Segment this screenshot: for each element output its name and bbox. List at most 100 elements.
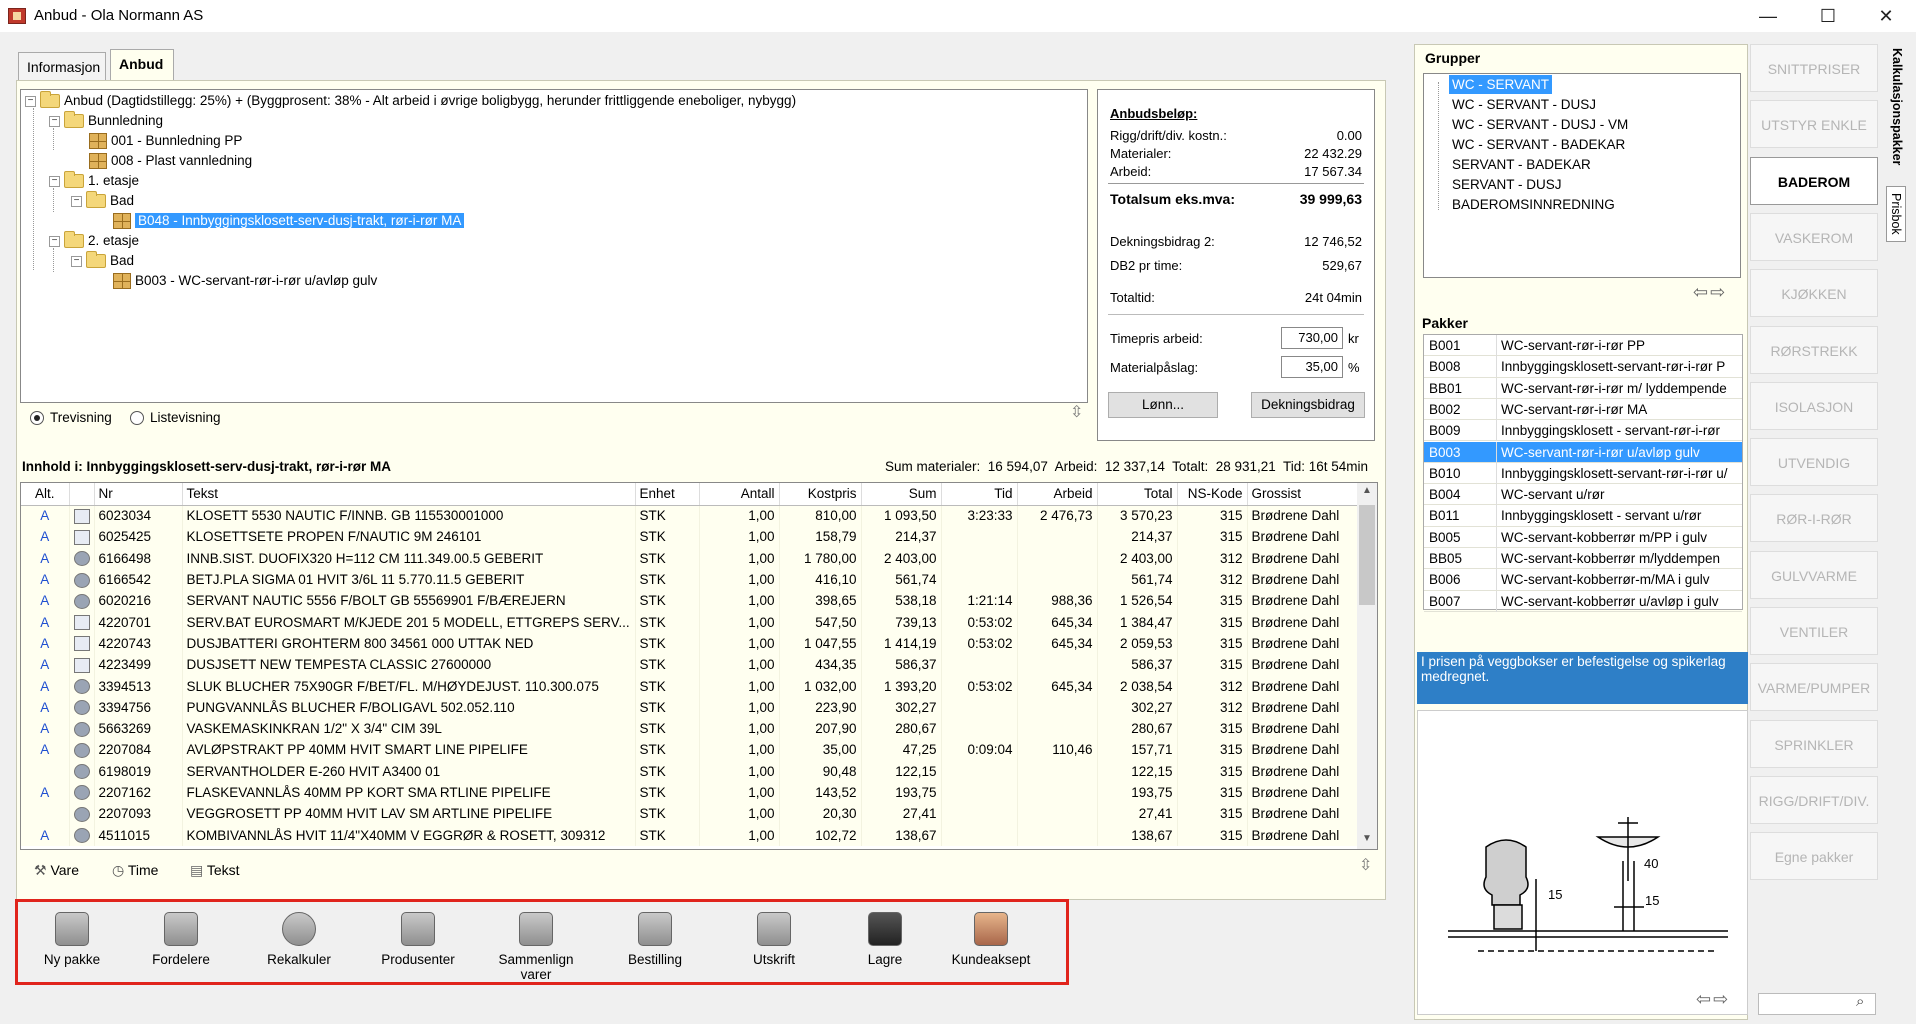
- scroll-down-icon[interactable]: ▼: [1362, 833, 1372, 844]
- tree-node-2-etasje[interactable]: −2. etasje: [49, 231, 139, 250]
- tree-node-b048[interactable]: B048 - Innbyggingsklosett-serv-dusj-trak…: [113, 211, 465, 230]
- table-row[interactable]: 2207093 VEGGROSETT PP 40MM HVIT LAV SM AR…: [21, 803, 1361, 825]
- radio-listevisning[interactable]: Listevisning: [130, 410, 221, 426]
- category-button[interactable]: RØRSTREKK: [1750, 325, 1878, 374]
- diagram-nav-arrows[interactable]: ⇦⇨: [1696, 989, 1730, 1010]
- tree-node-1-etasje[interactable]: −1. etasje: [49, 171, 139, 190]
- pakke-row[interactable]: B008 Innbyggingsklosett-servant-rør-i-rør…: [1424, 356, 1742, 378]
- pakke-row[interactable]: BB05 WC-servant-kobberrør m/lyddempen: [1424, 548, 1742, 570]
- pakke-row[interactable]: B009 Innbyggingsklosett - servant-rør-i-r…: [1424, 420, 1742, 442]
- table-row[interactable]: A 6166498 INNB.SIST. DUOFIX320 H=112 CM 11…: [21, 547, 1361, 569]
- tree-node-bad-2[interactable]: − Bad: [71, 251, 134, 270]
- category-button[interactable]: UTVENDIG: [1750, 438, 1878, 487]
- arrow-right-icon[interactable]: ⇨: [1713, 989, 1730, 1009]
- radio-trevisning[interactable]: Trevisning: [30, 410, 112, 426]
- tree-node-bad-1[interactable]: − Bad: [71, 191, 134, 210]
- maximize-button[interactable]: ☐: [1800, 0, 1856, 32]
- group-item[interactable]: BADEROMSINNREDNING: [1452, 195, 1615, 214]
- table-row[interactable]: A 4220701 SERV.BAT EUROSMART M/KJEDE 201 5…: [21, 611, 1361, 633]
- ny-pakke-button[interactable]: Ny pakke: [24, 912, 120, 967]
- table-row[interactable]: A 6025425 KLOSETTSETE PROPEN F/NAUTIC 9M 2…: [21, 526, 1361, 548]
- search-icon[interactable]: ⌕: [1856, 993, 1864, 1010]
- dekningsbidrag-button[interactable]: Dekningsbidrag: [1251, 392, 1365, 418]
- category-button[interactable]: UTSTYR ENKLE: [1750, 100, 1878, 149]
- group-item[interactable]: SERVANT - BADEKAR: [1452, 155, 1591, 174]
- groups-nav-arrows[interactable]: ⇦⇨: [1693, 282, 1727, 303]
- rekalkuler-button[interactable]: Rekalkuler: [251, 912, 347, 967]
- pakker-list[interactable]: B001 WC-servant-rør-i-rør PP B008 Innbyggin…: [1423, 334, 1743, 612]
- pakke-row[interactable]: B007 WC-servant-kobberrør u/avløp i gulv: [1424, 590, 1742, 612]
- arrow-right-icon[interactable]: ⇨: [1710, 282, 1727, 302]
- move-up-down-icon[interactable]: ⇳: [1070, 405, 1083, 421]
- materialpaslag-input[interactable]: 35,00: [1281, 356, 1343, 378]
- pakke-row[interactable]: B010 Innbyggingsklosett-servant-rør-i-rør…: [1424, 462, 1742, 485]
- table-row[interactable]: 6198019 SERVANTHOLDER E-260 HVIT A3400 01…: [21, 760, 1361, 782]
- tree-node-bunnledning[interactable]: − Bunnledning: [49, 111, 163, 130]
- category-button[interactable]: ISOLASJON: [1750, 381, 1878, 430]
- add-vare-button[interactable]: ⚒ Vare: [34, 862, 79, 879]
- category-button[interactable]: SNITTPRISER: [1750, 44, 1878, 92]
- table-row[interactable]: A 4220743 DUSJBATTERI GROHTERM 800 34561 0…: [21, 632, 1361, 655]
- fordelere-button[interactable]: Fordelere: [133, 912, 229, 967]
- table-row[interactable]: A 6166542 BETJ.PLA SIGMA 01 HVIT 3/6L 11 5…: [21, 568, 1361, 591]
- pakke-row[interactable]: B004 WC-servant u/rør: [1424, 484, 1742, 506]
- pakke-row[interactable]: B003 WC-servant-rør-i-rør u/avløp gulv: [1424, 441, 1742, 463]
- pakke-row[interactable]: B001 WC-servant-rør-i-rør PP: [1424, 335, 1742, 357]
- sammenlign-varer-button[interactable]: Sammenlign varer: [488, 912, 584, 982]
- anbud-tree[interactable]: − Anbud (Dagtidstillegg: 25%) + (Byggpros…: [20, 89, 1088, 403]
- group-item[interactable]: WC - SERVANT - DUSJ - VM: [1452, 115, 1628, 134]
- tree-root[interactable]: − Anbud (Dagtidstillegg: 25%) + (Byggpros…: [25, 91, 796, 110]
- group-item[interactable]: SERVANT - DUSJ: [1452, 175, 1562, 194]
- table-row[interactable]: A 2207084 AVLØPSTRAKT PP 40MM HVIT SMART L…: [21, 739, 1361, 761]
- category-button[interactable]: Egne pakker: [1750, 832, 1878, 881]
- lonn-button[interactable]: Lønn...: [1108, 392, 1218, 418]
- scroll-up-icon[interactable]: ▲: [1362, 485, 1372, 496]
- close-button[interactable]: ✕: [1858, 0, 1914, 32]
- add-time-button[interactable]: ◷ Time: [112, 862, 158, 879]
- category-button[interactable]: VASKEROM: [1750, 212, 1878, 261]
- tab-prisbok[interactable]: Prisbok: [1886, 186, 1906, 242]
- pakke-row[interactable]: B006 WC-servant-kobberrør-m/MA i gulv: [1424, 569, 1742, 591]
- group-item[interactable]: WC - SERVANT - DUSJ: [1452, 95, 1596, 114]
- tab-anbud[interactable]: Anbud: [110, 49, 174, 81]
- grid-scrollbar[interactable]: ▲ ▼: [1357, 483, 1377, 849]
- lagre-button[interactable]: Lagre: [837, 912, 933, 967]
- table-row[interactable]: A 3394513 SLUK BLUCHER 75X90GR F/BET/FL. M…: [21, 675, 1361, 697]
- category-button[interactable]: KJØKKEN: [1750, 269, 1878, 318]
- pakke-row[interactable]: B011 Innbyggingsklosett - servant u/rør: [1424, 505, 1742, 527]
- table-row[interactable]: A 4223499 DUSJSETT NEW TEMPESTA CLASSIC 27…: [21, 654, 1361, 676]
- category-button[interactable]: RIGG/DRIFT/DIV.: [1750, 775, 1878, 824]
- group-item[interactable]: WC - SERVANT - BADEKAR: [1452, 135, 1625, 154]
- table-row[interactable]: A 3394756 PUNGVANNLÅS BLUCHER F/BOLIGAVL 5…: [21, 696, 1361, 718]
- tab-kalkulasjonspakker[interactable]: Kalkulasjonspakker: [1890, 48, 1904, 165]
- category-button[interactable]: BADEROM: [1750, 156, 1878, 205]
- category-button[interactable]: SPRINKLER: [1750, 719, 1878, 768]
- move-up-down-icon[interactable]: ⇳: [1359, 858, 1372, 874]
- produsenter-button[interactable]: Produsenter: [370, 912, 466, 967]
- category-button[interactable]: VENTILER: [1750, 607, 1878, 655]
- content-grid[interactable]: Alt. Nr Tekst Enhet Antall Kostpris Sum …: [20, 482, 1378, 850]
- bestilling-button[interactable]: Bestilling: [607, 912, 703, 967]
- timepris-input[interactable]: 730,00: [1281, 327, 1343, 349]
- tree-node-b003[interactable]: B003 - WC-servant-rør-i-rør u/avløp gulv: [113, 271, 377, 290]
- groups-list[interactable]: WC - SERVANT WC - SERVANT - DUSJ WC - SE…: [1423, 73, 1741, 278]
- arrow-left-icon[interactable]: ⇦: [1696, 989, 1713, 1009]
- add-tekst-button[interactable]: ▤ Tekst: [190, 862, 240, 879]
- table-row[interactable]: A 5663269 VASKEMASKINKRAN 1/2" X 3/4" CIM …: [21, 717, 1361, 740]
- pakke-row[interactable]: BB01 WC-servant-rør-i-rør m/ lyddempende: [1424, 377, 1742, 399]
- utskrift-button[interactable]: Utskrift: [726, 912, 822, 967]
- scroll-thumb[interactable]: [1359, 505, 1375, 605]
- table-row[interactable]: A 4511015 KOMBIVANNLÅS HVIT 11/4"X40MM V E…: [21, 824, 1361, 846]
- arrow-left-icon[interactable]: ⇦: [1693, 282, 1710, 302]
- category-button[interactable]: VARME/PUMPER: [1750, 663, 1878, 712]
- kundeaksept-button[interactable]: Kundeaksept: [943, 912, 1039, 967]
- pakke-row[interactable]: B002 WC-servant-rør-i-rør MA: [1424, 398, 1742, 421]
- tree-node-001[interactable]: 001 - Bunnledning PP: [89, 131, 242, 150]
- table-row[interactable]: A 6020216 SERVANT NAUTIC 5556 F/BOLT GB 55…: [21, 590, 1361, 612]
- tab-informasjon[interactable]: Informasjon: [18, 52, 106, 80]
- category-button[interactable]: RØR-I-RØR: [1750, 494, 1878, 543]
- tree-node-008[interactable]: 008 - Plast vannledning: [89, 151, 252, 170]
- minimize-button[interactable]: —: [1740, 0, 1796, 32]
- table-row[interactable]: A 2207162 FLASKEVANNLÅS 40MM PP KORT SMA R…: [21, 781, 1361, 804]
- table-row[interactable]: A 6023034 KLOSETT 5530 NAUTIC F/INNB. GB 1…: [21, 505, 1361, 527]
